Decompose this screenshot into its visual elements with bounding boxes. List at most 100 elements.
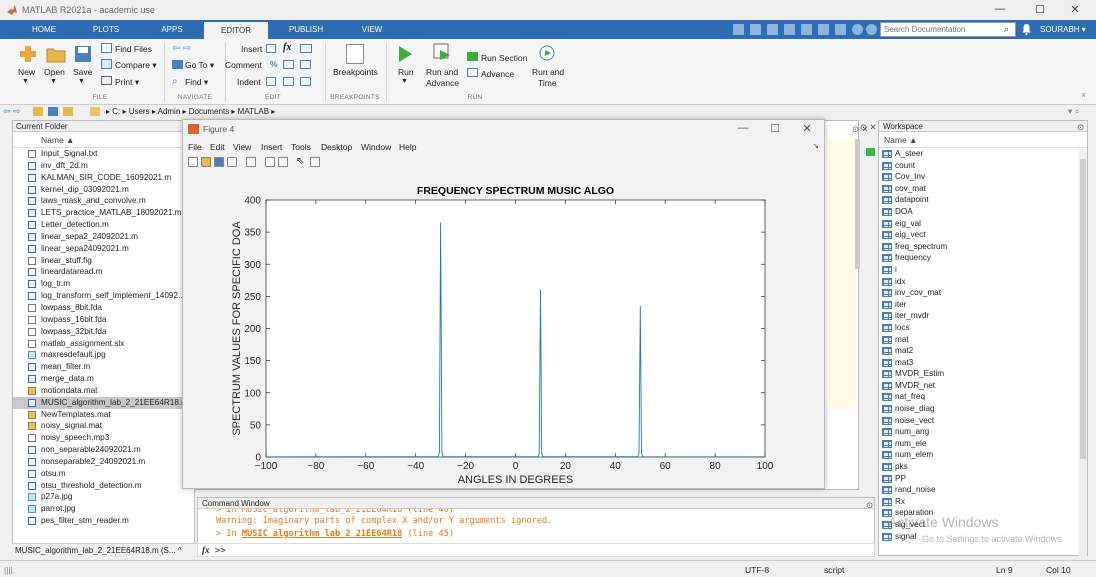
workspace-variable[interactable]: PP [879,473,1087,485]
increase-indent-icon[interactable] [283,77,294,86]
file-list-item[interactable]: maxresdefault.jpg [13,349,194,361]
search-documentation-input[interactable] [880,22,1016,37]
figure-menu-edit[interactable]: Edit [210,142,225,152]
file-list-item[interactable]: KALMAN_SIR_CODE_16092021.m [13,172,194,184]
file-list-item[interactable]: lowpass_32bit.fda [13,326,194,338]
breakpoints-button[interactable]: Breakpoints [333,67,378,77]
find-button[interactable]: Find ▾ [185,77,208,88]
new-file-icon[interactable] [18,44,38,64]
run-section-icon[interactable] [467,52,478,61]
indent-button[interactable]: Indent [237,77,261,87]
toolbar-expand-icon[interactable]: ↘ [813,142,819,150]
figure-menu-desktop[interactable]: Desktop [321,142,352,152]
property-inspector-icon[interactable] [310,157,320,167]
file-list-item[interactable]: noisy_speech.mp3 [13,432,194,444]
comment-percent-icon[interactable]: % [270,59,278,69]
workspace-variable[interactable]: datapoint [879,194,1087,206]
save-qat-icon[interactable] [733,24,744,35]
browse-folder-icon[interactable] [48,107,58,116]
folder-panel-options-icon[interactable]: ⊙ ✕ [860,122,877,133]
fx-insert-icon[interactable]: fx [283,42,291,53]
file-list-item[interactable]: Input_Signal.txt [13,148,194,160]
bell-icon[interactable] [1021,23,1032,35]
goto-button[interactable]: Go To ▾ [185,60,214,71]
workspace-options-icon[interactable]: ⊙ [1077,122,1084,133]
figure-menu-window[interactable]: Window [361,142,391,152]
user-account-menu[interactable]: SOURABH ▾ [1040,25,1086,34]
workspace-variable[interactable]: Cov_Inv [879,171,1087,183]
help-qat-icon[interactable] [852,24,863,35]
name-column-header[interactable]: Name ▲ [13,132,194,148]
tab-publish[interactable]: PUBLISH [278,20,334,39]
redo-qat-icon[interactable] [818,24,829,35]
current-folder-details[interactable]: MUSIC_algorithm_lab_2_21EE64R18.m (S... … [12,543,207,557]
workspace-variable[interactable]: MVDR_Estim [879,368,1087,380]
copy-qat-icon[interactable] [767,24,778,35]
open-button[interactable]: Open [44,67,65,77]
tab-view[interactable]: VIEW [344,20,400,39]
compare-button[interactable]: Compare ▾ [115,60,157,71]
insert-colorbar-icon[interactable] [265,157,275,167]
workspace-variable[interactable]: iter [879,299,1087,311]
file-list-item[interactable]: MUSIC_algorithm_lab_2_21EE64R18.m [13,396,194,409]
file-list-item[interactable]: Letter_detection.m [13,219,194,231]
file-list-item[interactable]: pes_filter_stm_reader.m [13,515,194,527]
file-list-item[interactable]: inv_dft_2d.m [13,160,194,172]
close-icon[interactable]: ✕ [1060,3,1090,16]
figure-menu-insert[interactable]: Insert [261,142,282,152]
figure-maximize-icon[interactable]: ☐ [760,122,790,135]
workspace-variable[interactable]: eig_val [879,218,1087,230]
run-and-time-label-1[interactable]: Run and [532,67,564,77]
workspace-variable[interactable]: i [879,264,1087,276]
find-files-button[interactable]: Find Files [115,44,152,54]
collapse-ribbon-icon[interactable]: ⌅ [1080,89,1087,100]
workspace-variable[interactable]: MVDR_net [879,380,1087,392]
print-icon[interactable] [101,76,112,85]
settings-qat-icon[interactable] [866,24,877,35]
figure-menu-tools[interactable]: Tools [291,142,311,152]
file-list-item[interactable]: motiondata.mat [13,385,194,397]
search-icon[interactable]: ⌕ [1004,24,1009,35]
advance-button[interactable]: Advance [481,69,514,79]
edit-plot-cursor-icon[interactable]: ⇖ [296,156,304,167]
smart-indent-icon[interactable] [266,77,276,86]
file-list-item[interactable]: lowpass_16bit.fda [13,314,194,326]
run-button[interactable]: Run [398,67,414,77]
workspace-variable[interactable]: num_elem [879,449,1087,461]
run-icon[interactable] [396,44,414,64]
file-list-item[interactable]: kernel_dip_03092021.m [13,184,194,196]
workspace-variable[interactable]: iter_mvdr [879,310,1087,322]
workspace-variable[interactable]: freq_spectrum [879,241,1087,253]
insert-function-icon[interactable] [300,44,312,53]
open-folder-icon[interactable] [46,45,66,63]
workspace-variable[interactable]: pks [879,461,1087,473]
find-files-icon[interactable] [101,43,112,53]
workspace-scrollbar[interactable] [1079,149,1087,557]
tab-home[interactable]: HOME [18,20,70,39]
file-list-item[interactable]: mean_filter.m [13,361,194,373]
file-list-item[interactable]: lineardataread.m [13,266,194,278]
workspace-variable[interactable]: num_ele [879,438,1087,450]
run-and-advance-label-2[interactable]: Advance [426,78,459,88]
open-file-icon[interactable] [201,157,211,167]
insert-legend-icon[interactable] [278,157,288,167]
file-list-item[interactable]: otsu.m [13,468,194,480]
tab-apps[interactable]: APPS [146,20,198,39]
file-list-item[interactable]: linear_sepa2_24092021.m [13,231,194,243]
workspace-variable[interactable]: nat_freq [879,391,1087,403]
up-folder-icon[interactable] [33,107,43,116]
workspace-variable[interactable]: noise_diag [879,403,1087,415]
workspace-variable[interactable]: locs [879,322,1087,334]
wrap-comment-icon[interactable] [300,60,311,69]
code-analyzer-status-icon[interactable] [866,148,875,156]
link-plot-icon[interactable] [246,157,256,167]
workspace-variable[interactable]: num_ang [879,426,1087,438]
workspace-variable[interactable]: mat [879,334,1087,346]
file-list-item[interactable]: merge_data.m [13,373,194,385]
file-list-item[interactable]: matlab_assignment.slx [13,338,194,350]
address-path[interactable]: ▸ C: ▸ Users ▸ Admin ▸ Documents ▸ MATLA… [106,107,275,116]
file-list-item[interactable]: otsu_threshold_detection.m [13,480,194,492]
file-list-item[interactable]: parrot.jpg [13,503,194,515]
run-section-button[interactable]: Run Section [481,53,527,63]
workspace-variable[interactable]: rand_noise [879,484,1087,496]
